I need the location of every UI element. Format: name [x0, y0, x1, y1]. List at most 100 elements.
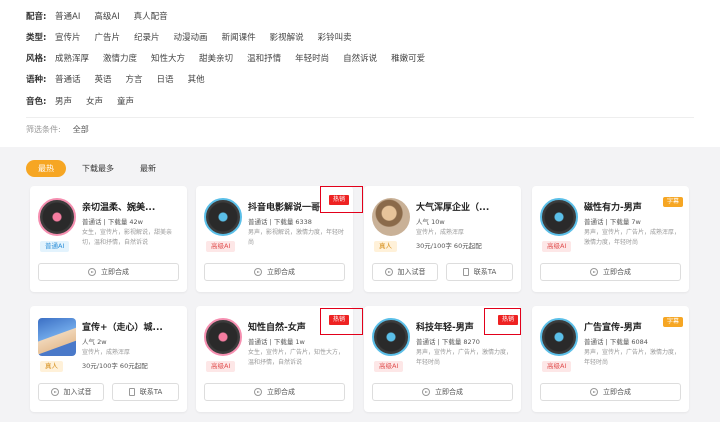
- filter-option[interactable]: 男声: [55, 95, 72, 107]
- voice-meta: 普通话 | 下载量 1w: [248, 338, 305, 346]
- play-icon: [254, 388, 262, 396]
- filter-label: 风格:: [26, 54, 47, 64]
- add-audition-label: 加入试音: [397, 268, 426, 276]
- play-icon: [254, 268, 262, 276]
- filter-condition: 筛选条件: 全部: [26, 124, 89, 135]
- voice-tags: 男声，宣传片，广告片，成熟浑厚，激情力度，年轻时尚: [584, 229, 681, 246]
- voice-tags: 男声，影视解说，激情力度，年轻时尚: [248, 229, 345, 246]
- voice-title[interactable]: 宣传+（走心）城...: [82, 320, 182, 333]
- filter-option[interactable]: 知性大方: [151, 52, 185, 64]
- tier-badge: 真人: [40, 361, 63, 372]
- tab-hottest[interactable]: 最热: [26, 160, 66, 177]
- filter-option[interactable]: 纪录片: [134, 31, 160, 43]
- tier-badge: 高级AI: [206, 241, 236, 252]
- voice-card[interactable]: 真人 宣传+（走心）城... 人气 2w 宣传片，成熟浑厚 30元/100字 6…: [30, 306, 187, 412]
- synthesize-button[interactable]: 立即合成: [38, 263, 179, 281]
- filter-option[interactable]: 普通话: [55, 73, 81, 85]
- tab-most-downloaded[interactable]: 下载最多: [82, 160, 114, 177]
- filter-row-type: 类型: 宣传片 广告片 纪录片 动漫动画 新闻课件 影视解说 彩铃叫卖: [26, 29, 366, 45]
- voice-card[interactable]: 高级AI 科技年轻-男声 普通话 | 下载量 8270 男声，宣传片，广告片，激…: [364, 306, 521, 412]
- voice-card[interactable]: 高级AI 知性自然-女声 普通话 | 下载量 1w 女生，宣传片，广告片，知性大…: [196, 306, 363, 412]
- voice-price: 30元/100字 60元起配: [82, 362, 148, 370]
- play-icon: [384, 268, 393, 276]
- synthesize-button[interactable]: 立即合成: [204, 263, 345, 281]
- filter-panel: 配音: 普通AI 高级AI 真人配音 类型: 宣传片 广告片 纪录片 动漫动画 …: [0, 0, 720, 147]
- tab-newest[interactable]: 最新: [140, 160, 156, 177]
- filter-option[interactable]: 女声: [86, 95, 103, 107]
- filter-option[interactable]: 童声: [117, 95, 134, 107]
- synthesize-button[interactable]: 立即合成: [204, 383, 345, 401]
- filter-option[interactable]: 宣传片: [55, 31, 81, 43]
- voice-tags: 宣传片，成熟浑厚: [416, 229, 465, 236]
- filter-option[interactable]: 影视解说: [270, 31, 304, 43]
- tier-badge: 高级AI: [374, 361, 404, 372]
- voice-actor-avatar: [38, 318, 76, 356]
- vinyl-disc-icon: [540, 198, 578, 236]
- filter-label: 类型:: [26, 33, 47, 43]
- vinyl-disc-icon: [204, 198, 242, 236]
- highlight-box: [320, 308, 363, 335]
- vinyl-disc-icon: [372, 318, 410, 356]
- voice-price: 30元/100字 60元起配: [416, 242, 482, 250]
- synthesize-button[interactable]: 立即合成: [540, 383, 681, 401]
- voice-tags: 宣传片，成熟浑厚: [82, 349, 131, 356]
- filter-option[interactable]: 方言: [126, 73, 143, 85]
- vinyl-disc-icon: [38, 198, 76, 236]
- voice-title[interactable]: 亲切温柔、婉美...: [82, 200, 182, 213]
- filter-option[interactable]: 新闻课件: [222, 31, 256, 43]
- play-icon: [88, 268, 96, 276]
- synthesize-button[interactable]: 立即合成: [372, 383, 513, 401]
- voice-meta: 普通话 | 下载量 7w: [584, 218, 641, 226]
- filter-condition-value: 全部: [72, 125, 89, 134]
- synthesize-label: 立即合成: [435, 388, 463, 396]
- vinyl-disc-icon: [204, 318, 242, 356]
- filter-option[interactable]: 彩铃叫卖: [318, 31, 352, 43]
- filter-option[interactable]: 日语: [157, 73, 174, 85]
- filter-option[interactable]: 动漫动画: [174, 31, 208, 43]
- tier-badge: 高级AI: [206, 361, 236, 372]
- filter-option[interactable]: 自然诉说: [343, 52, 377, 64]
- filter-label: 配音:: [26, 12, 47, 22]
- filter-option[interactable]: 稚嫩可爱: [391, 52, 425, 64]
- subtitle-tag: 字幕: [662, 197, 683, 207]
- filter-option[interactable]: 真人配音: [134, 10, 168, 22]
- filter-option[interactable]: 温和抒情: [247, 52, 281, 64]
- voice-card[interactable]: 高级AI 抖音电影解说一哥 普通话 | 下载量 6338 男声，影视解说，激情力…: [196, 186, 363, 292]
- filter-option[interactable]: 甜美亲切: [199, 52, 233, 64]
- add-to-audition-button[interactable]: 加入试音: [38, 383, 104, 401]
- play-icon: [422, 388, 430, 396]
- synthesize-label: 立即合成: [603, 388, 631, 396]
- filter-label: 音色:: [26, 97, 47, 107]
- voice-card[interactable]: 高级AI 磁性有力-男声 字幕 普通话 | 下载量 7w 男声，宣传片，广告片，…: [532, 186, 689, 292]
- voice-card[interactable]: 真人 大气浑厚企业（... 人气 10w 宣传片，成熟浑厚 30元/100字 6…: [364, 186, 521, 292]
- synthesize-button[interactable]: 立即合成: [540, 263, 681, 281]
- voice-card[interactable]: 普通AI 亲切温柔、婉美... 普通话 | 下载量 42w 女生，宣传片，影视解…: [30, 186, 187, 292]
- contact-button[interactable]: 联系TA: [112, 383, 179, 401]
- filter-row-timbre: 音色: 男声 女声 童声: [26, 93, 148, 109]
- filter-option[interactable]: 英语: [95, 73, 112, 85]
- filter-option[interactable]: 普通AI: [55, 10, 80, 22]
- add-to-audition-button[interactable]: 加入试音: [372, 263, 438, 281]
- synthesize-label: 立即合成: [603, 268, 631, 276]
- tier-badge: 高级AI: [542, 361, 572, 372]
- voice-tags: 女生，宣传片，广告片，知性大方，温和抒情，自然诉说: [248, 349, 345, 366]
- filter-option[interactable]: 高级AI: [94, 10, 119, 22]
- play-icon: [50, 388, 59, 396]
- filter-option[interactable]: 其他: [188, 73, 205, 85]
- voice-meta: 普通话 | 下载量 6084: [584, 338, 648, 346]
- voice-card[interactable]: 高级AI 广告宣传-男声 字幕 普通话 | 下载量 6084 男声，宣传片，广告…: [532, 306, 689, 412]
- voice-meta: 人气 2w: [82, 338, 107, 346]
- add-audition-label: 加入试音: [63, 388, 92, 396]
- filter-option[interactable]: 成熟浑厚: [55, 52, 89, 64]
- vinyl-disc-icon: [540, 318, 578, 356]
- filter-option[interactable]: 广告片: [95, 31, 121, 43]
- filter-row-dubbing: 配音: 普通AI 高级AI 真人配音: [26, 8, 182, 24]
- voice-title[interactable]: 大气浑厚企业（...: [416, 200, 516, 213]
- contact-label: 联系TA: [473, 268, 497, 276]
- voice-tags: 男声，宣传片，广告片，激情力度，年轻时尚: [416, 349, 513, 366]
- subtitle-tag: 字幕: [662, 317, 683, 327]
- filter-option[interactable]: 激情力度: [103, 52, 137, 64]
- contact-button[interactable]: 联系TA: [446, 263, 513, 281]
- filter-row-style: 风格: 成熟浑厚 激情力度 知性大方 甜美亲切 温和抒情 年轻时尚 自然诉说 稚…: [26, 50, 439, 66]
- filter-option[interactable]: 年轻时尚: [295, 52, 329, 64]
